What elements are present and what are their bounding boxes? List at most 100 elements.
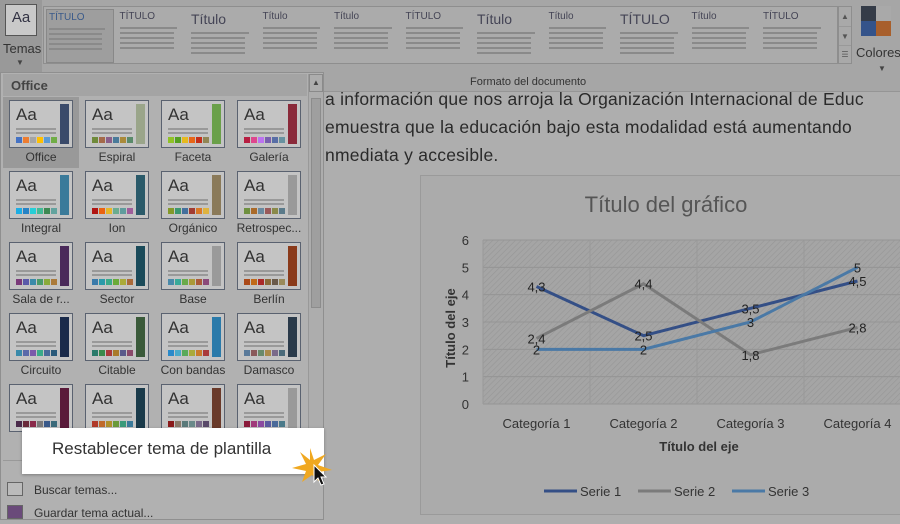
theme-item[interactable]: Aa Faceta	[155, 97, 231, 168]
text-line	[168, 341, 208, 343]
text-line	[244, 270, 284, 272]
document-style-item[interactable]: TÍTULO	[118, 9, 186, 63]
document-style-item[interactable]: TÍTULO	[618, 9, 686, 63]
theme-item[interactable]: Aa Damasco	[231, 310, 307, 381]
theme-item[interactable]: Aa Circuito	[3, 310, 79, 381]
color-swatch	[258, 208, 264, 214]
colors-button[interactable]: Colores ▼	[856, 4, 900, 90]
document-style-item[interactable]: Título	[332, 9, 400, 63]
color-swatch	[175, 208, 181, 214]
color-swatch	[251, 137, 257, 143]
text-line	[763, 32, 818, 34]
theme-font-sample: Aa	[16, 105, 37, 124]
document-style-item[interactable]: TÍTULO	[404, 9, 472, 63]
text-line	[620, 32, 678, 34]
document-style-item[interactable]: TÍTULO	[46, 9, 114, 63]
theme-item[interactable]: Aa Sala de r...	[3, 239, 79, 310]
theme-item[interactable]: Aa Office	[3, 97, 79, 168]
color-swatch	[175, 279, 181, 285]
document-style-item[interactable]: TÍTULO	[761, 9, 829, 63]
theme-item[interactable]: Aa Espiral	[79, 97, 155, 168]
theme-item[interactable]: Aa Ion	[79, 168, 155, 239]
color-swatch	[92, 350, 98, 356]
color-swatch	[16, 421, 22, 427]
reset-theme-menu-item[interactable]: Restablecer tema de plantilla	[22, 428, 324, 474]
theme-item[interactable]: Aa Citable	[79, 310, 155, 381]
theme-item[interactable]: Aa Retrospec...	[231, 168, 307, 239]
color-swatch	[175, 137, 181, 143]
text-line	[191, 42, 246, 44]
color-swatch	[279, 421, 285, 427]
menu-item-search-themes[interactable]: Buscar temas...	[1, 479, 321, 501]
text-line	[477, 47, 532, 49]
theme-item[interactable]: Aa Berlín	[231, 239, 307, 310]
color-swatch	[196, 208, 202, 214]
text-line	[691, 37, 746, 39]
document-style-item[interactable]: Título	[189, 9, 257, 63]
theme-swatches	[16, 350, 57, 356]
color-swatch	[44, 137, 50, 143]
text-line	[405, 27, 464, 29]
theme-swatches	[168, 279, 209, 285]
text-line	[620, 37, 675, 39]
color-swatch	[279, 208, 285, 214]
scroll-thumb[interactable]	[311, 98, 321, 308]
gallery-scroll[interactable]: ▲ ▼ ☰	[838, 6, 852, 64]
theme-name: Base	[179, 292, 207, 306]
theme-item[interactable]: Aa Integral	[3, 168, 79, 239]
menu-item-save-theme[interactable]: Guardar tema actual...	[1, 502, 321, 524]
document-style-item[interactable]: Título	[261, 9, 329, 63]
color-swatch	[113, 421, 119, 427]
text-line	[119, 47, 174, 49]
text-line	[168, 132, 208, 134]
theme-item[interactable]: Aa Base	[155, 239, 231, 310]
panel-scrollbar[interactable]: ▲	[308, 74, 323, 434]
scroll-up-icon[interactable]: ▲	[839, 7, 851, 26]
text-line	[191, 52, 246, 54]
theme-name: Faceta	[174, 150, 212, 164]
color-swatch	[16, 208, 22, 214]
x-tick-label: Categoría 4	[824, 416, 892, 431]
color-swatch	[127, 421, 133, 427]
theme-name: Con bandas	[160, 363, 226, 377]
text-line	[548, 47, 603, 49]
theme-name: Circuito	[20, 363, 62, 377]
scroll-up-icon[interactable]: ▲	[309, 74, 323, 92]
document-style-item[interactable]: Título	[475, 9, 543, 63]
theme-swatches	[168, 350, 209, 356]
theme-thumbnail: Aa	[85, 313, 149, 361]
theme-item[interactable]: Aa Orgánico	[155, 168, 231, 239]
themes-label: Temas	[3, 41, 42, 56]
text-line	[168, 203, 208, 205]
text-line	[334, 32, 389, 34]
theme-swatches	[16, 421, 57, 427]
text-line	[168, 128, 208, 130]
theme-item[interactable]: Aa Con bandas	[155, 310, 231, 381]
text-line	[405, 47, 460, 49]
gallery-group-label: Formato del documento	[470, 76, 587, 88]
color-swatch	[265, 350, 271, 356]
theme-name: Sector	[99, 292, 135, 306]
text-line	[49, 43, 102, 45]
color-swatch	[30, 421, 36, 427]
theme-swatches	[92, 350, 133, 356]
color-swatch	[251, 208, 257, 214]
scroll-down-icon[interactable]: ▼	[839, 26, 851, 45]
y-tick-label: 6	[462, 233, 469, 248]
document-style-item[interactable]: Título	[547, 9, 615, 63]
theme-item[interactable]: Aa Sector	[79, 239, 155, 310]
text-line	[620, 47, 675, 49]
document-style-item[interactable]: Título	[690, 9, 758, 63]
gallery-expand-icon[interactable]: ☰	[839, 45, 851, 63]
theme-accent	[288, 175, 297, 215]
theme-item[interactable]: Aa Galería	[231, 97, 307, 168]
text-line	[244, 132, 284, 134]
color-swatch	[113, 350, 119, 356]
color-swatch	[23, 279, 29, 285]
y-tick-label: 5	[462, 260, 469, 275]
color-swatch	[23, 137, 29, 143]
color-swatch	[113, 208, 119, 214]
color-swatch	[106, 137, 112, 143]
color-swatch	[265, 208, 271, 214]
line-chart[interactable]: Título del gráfico 0 1 2 3 4 5 6 Categoría 1 Cate…	[420, 175, 900, 515]
